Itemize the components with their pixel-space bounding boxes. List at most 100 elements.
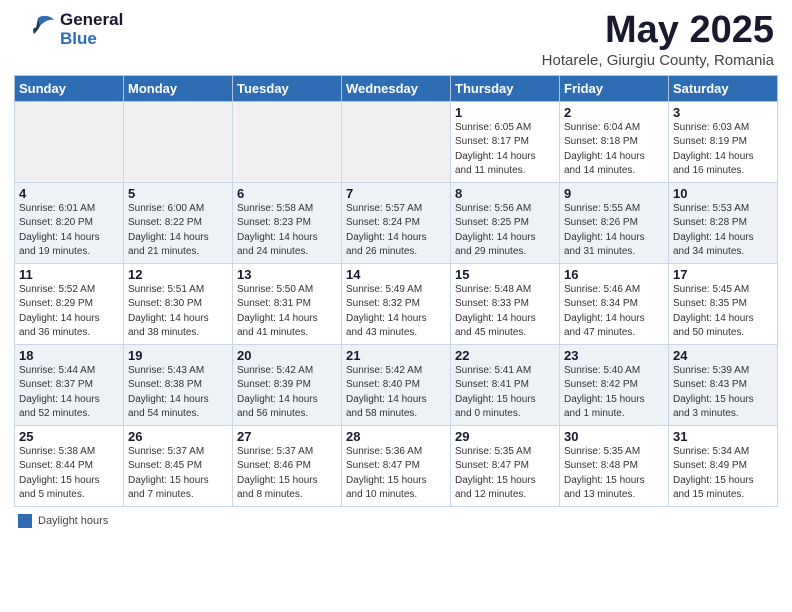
calendar-cell: 22 Sunrise: 5:41 AM Sunset: 8:41 PM Dayli… [451, 344, 560, 425]
calendar-cell: 15 Sunrise: 5:48 AM Sunset: 8:33 PM Dayli… [451, 263, 560, 344]
calendar-cell: 14Sunrise: 5:49 AM Sunset: 8:32 PM Dayli… [342, 263, 451, 344]
day-number: 28 [346, 429, 446, 444]
calendar-cell: 24Sunrise: 5:39 AM Sunset: 8:43 PM Dayli… [669, 344, 778, 425]
day-info: Sunrise: 5:56 AM Sunset: 8:25 PM Dayligh… [455, 203, 536, 258]
day-info: Sunrise: 5:34 AM Sunset: 8:49 PM Dayligh… [673, 446, 754, 501]
day-number: 24 [673, 348, 773, 363]
day-number: 26 [128, 429, 228, 444]
calendar-cell: 5 Sunrise: 6:00 AM Sunset: 8:22 PM Daylig… [124, 182, 233, 263]
calendar-cell: 31 Sunrise: 5:34 AM Sunset: 8:49 PM Dayli… [669, 425, 778, 506]
day-info: Sunrise: 5:43 AM Sunset: 8:38 PM Dayligh… [128, 365, 209, 420]
day-info: Sunrise: 5:55 AM Sunset: 8:26 PM Dayligh… [564, 203, 645, 258]
daylight-color-swatch [18, 514, 32, 528]
day-number: 29 [455, 429, 555, 444]
day-info: Sunrise: 6:01 AM Sunset: 8:20 PM Dayligh… [19, 203, 100, 258]
day-number: 7 [346, 186, 446, 201]
calendar-cell: 7Sunrise: 5:57 AM Sunset: 8:24 PM Daylig… [342, 182, 451, 263]
day-info: Sunrise: 6:00 AM Sunset: 8:22 PM Dayligh… [128, 203, 209, 258]
day-info: Sunrise: 5:42 AM Sunset: 8:40 PM Dayligh… [346, 365, 427, 420]
calendar-day-header: Thursday [451, 75, 560, 101]
day-info: Sunrise: 5:48 AM Sunset: 8:33 PM Dayligh… [455, 284, 536, 339]
calendar-cell: 6 Sunrise: 5:58 AM Sunset: 8:23 PM Daylig… [233, 182, 342, 263]
day-number: 20 [237, 348, 337, 363]
day-number: 5 [128, 186, 228, 201]
day-number: 31 [673, 429, 773, 444]
calendar-cell: 21 Sunrise: 5:42 AM Sunset: 8:40 PM Dayli… [342, 344, 451, 425]
calendar-day-header: Sunday [15, 75, 124, 101]
logo-text: General Blue [60, 11, 123, 48]
calendar-cell: 1Sunrise: 6:05 AM Sunset: 8:17 PM Daylig… [451, 101, 560, 182]
calendar-table: SundayMondayTuesdayWednesdayThursdayFrid… [14, 75, 778, 507]
day-info: Sunrise: 5:58 AM Sunset: 8:23 PM Dayligh… [237, 203, 318, 258]
calendar-cell: 29 Sunrise: 5:35 AM Sunset: 8:47 PM Dayli… [451, 425, 560, 506]
day-info: Sunrise: 5:50 AM Sunset: 8:31 PM Dayligh… [237, 284, 318, 339]
day-number: 21 [346, 348, 446, 363]
day-number: 23 [564, 348, 664, 363]
calendar-cell: 4 Sunrise: 6:01 AM Sunset: 8:20 PM Daylig… [15, 182, 124, 263]
logo-blue: Blue [60, 30, 123, 49]
day-info: Sunrise: 5:52 AM Sunset: 8:29 PM Dayligh… [19, 284, 100, 339]
calendar-week-row: 1Sunrise: 6:05 AM Sunset: 8:17 PM Daylig… [15, 101, 778, 182]
day-number: 4 [19, 186, 119, 201]
day-info: Sunrise: 5:53 AM Sunset: 8:28 PM Dayligh… [673, 203, 754, 258]
calendar-cell: 23 Sunrise: 5:40 AM Sunset: 8:42 PM Dayli… [560, 344, 669, 425]
title-area: May 2025 Hotarele, Giurgiu County, Roman… [542, 10, 774, 69]
day-info: Sunrise: 5:37 AM Sunset: 8:45 PM Dayligh… [128, 446, 209, 501]
calendar-day-header: Wednesday [342, 75, 451, 101]
day-info: Sunrise: 5:41 AM Sunset: 8:41 PM Dayligh… [455, 365, 536, 420]
day-number: 6 [237, 186, 337, 201]
logo-bird-icon [18, 10, 58, 50]
calendar-week-row: 18 Sunrise: 5:44 AM Sunset: 8:37 PM Dayli… [15, 344, 778, 425]
day-number: 18 [19, 348, 119, 363]
logo-general: General [60, 11, 123, 30]
calendar-cell: 30Sunrise: 5:35 AM Sunset: 8:48 PM Dayli… [560, 425, 669, 506]
day-number: 3 [673, 105, 773, 120]
day-number: 22 [455, 348, 555, 363]
day-info: Sunrise: 5:44 AM Sunset: 8:37 PM Dayligh… [19, 365, 100, 420]
day-number: 16 [564, 267, 664, 282]
calendar-cell [233, 101, 342, 182]
day-info: Sunrise: 5:46 AM Sunset: 8:34 PM Dayligh… [564, 284, 645, 339]
calendar-cell: 20Sunrise: 5:42 AM Sunset: 8:39 PM Dayli… [233, 344, 342, 425]
day-number: 12 [128, 267, 228, 282]
calendar-cell [15, 101, 124, 182]
calendar-cell: 13 Sunrise: 5:50 AM Sunset: 8:31 PM Dayli… [233, 263, 342, 344]
calendar-cell: 3 Sunrise: 6:03 AM Sunset: 8:19 PM Daylig… [669, 101, 778, 182]
day-number: 25 [19, 429, 119, 444]
day-number: 2 [564, 105, 664, 120]
calendar-day-header: Friday [560, 75, 669, 101]
calendar-cell: 10 Sunrise: 5:53 AM Sunset: 8:28 PM Dayli… [669, 182, 778, 263]
calendar-cell: 16 Sunrise: 5:46 AM Sunset: 8:34 PM Dayli… [560, 263, 669, 344]
day-number: 10 [673, 186, 773, 201]
day-number: 30 [564, 429, 664, 444]
calendar-day-header: Saturday [669, 75, 778, 101]
day-info: Sunrise: 6:04 AM Sunset: 8:18 PM Dayligh… [564, 122, 645, 177]
calendar-cell: 11 Sunrise: 5:52 AM Sunset: 8:29 PM Dayli… [15, 263, 124, 344]
day-info: Sunrise: 6:03 AM Sunset: 8:19 PM Dayligh… [673, 122, 754, 177]
day-number: 15 [455, 267, 555, 282]
logo: General Blue [18, 10, 123, 50]
day-info: Sunrise: 5:40 AM Sunset: 8:42 PM Dayligh… [564, 365, 645, 420]
calendar-week-row: 11 Sunrise: 5:52 AM Sunset: 8:29 PM Dayli… [15, 263, 778, 344]
calendar-cell: 12 Sunrise: 5:51 AM Sunset: 8:30 PM Dayli… [124, 263, 233, 344]
calendar-week-row: 25Sunrise: 5:38 AM Sunset: 8:44 PM Dayli… [15, 425, 778, 506]
day-number: 27 [237, 429, 337, 444]
calendar-cell: 19Sunrise: 5:43 AM Sunset: 8:38 PM Dayli… [124, 344, 233, 425]
calendar-cell: 27Sunrise: 5:37 AM Sunset: 8:46 PM Dayli… [233, 425, 342, 506]
calendar-cell: 17 Sunrise: 5:45 AM Sunset: 8:35 PM Dayli… [669, 263, 778, 344]
location-title: Hotarele, Giurgiu County, Romania [542, 52, 774, 69]
calendar-cell: 28 Sunrise: 5:36 AM Sunset: 8:47 PM Dayli… [342, 425, 451, 506]
day-info: Sunrise: 5:51 AM Sunset: 8:30 PM Dayligh… [128, 284, 209, 339]
day-number: 13 [237, 267, 337, 282]
month-title: May 2025 [542, 10, 774, 52]
day-number: 8 [455, 186, 555, 201]
footer: Daylight hours [0, 509, 792, 533]
day-info: Sunrise: 5:35 AM Sunset: 8:47 PM Dayligh… [455, 446, 536, 501]
day-number: 17 [673, 267, 773, 282]
day-info: Sunrise: 5:45 AM Sunset: 8:35 PM Dayligh… [673, 284, 754, 339]
day-number: 11 [19, 267, 119, 282]
day-number: 9 [564, 186, 664, 201]
day-info: Sunrise: 5:36 AM Sunset: 8:47 PM Dayligh… [346, 446, 427, 501]
day-info: Sunrise: 5:49 AM Sunset: 8:32 PM Dayligh… [346, 284, 427, 339]
calendar-day-header: Tuesday [233, 75, 342, 101]
